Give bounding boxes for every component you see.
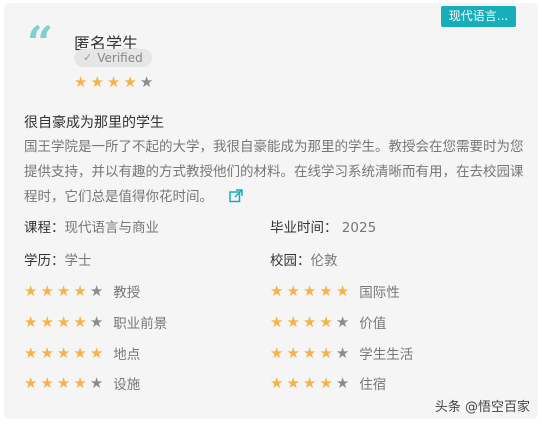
- rating-stars: ★ ★ ★ ★ ★: [270, 343, 350, 362]
- star-filled-icon: ★: [24, 343, 38, 362]
- star-filled-icon: ★: [40, 343, 54, 362]
- rating-facilities: ★ ★ ★ ★ ★ 设施: [24, 373, 140, 393]
- rating-label: 地点: [113, 347, 141, 363]
- star-filled-icon: ★: [270, 312, 284, 331]
- review-title: 很自豪成为那里的学生: [24, 115, 164, 131]
- graduation-value: 2025: [341, 220, 377, 236]
- rating-label: 住宿: [359, 377, 387, 393]
- rating-label: 学生生活: [359, 347, 414, 363]
- star-filled-icon: ★: [56, 312, 71, 331]
- watermark: 头条 @悟空百家: [434, 400, 530, 415]
- star-filled-icon: ★: [40, 281, 54, 300]
- star-filled-icon: ★: [73, 373, 87, 392]
- review-text: 国王学院是一所了不起的大学，我很自豪能成为那里的学生。教授会在您需要时为您提供支…: [24, 139, 524, 205]
- star-filled-icon: ★: [335, 281, 350, 300]
- star-filled-icon: ★: [286, 343, 300, 362]
- degree-label: 学历：: [24, 253, 65, 269]
- star-filled-icon: ★: [106, 73, 121, 91]
- verified-label: Verified: [97, 51, 143, 65]
- graduation-info: 毕业时间： 2025: [270, 216, 376, 236]
- star-filled-icon: ★: [286, 312, 300, 331]
- star-filled-icon: ★: [319, 373, 333, 392]
- star-filled-icon: ★: [286, 281, 300, 300]
- rating-student-life: ★ ★ ★ ★ ★ 学生生活: [270, 343, 413, 363]
- star-filled-icon: ★: [286, 373, 300, 392]
- star-filled-icon: ★: [40, 373, 54, 392]
- review-body: 国王学院是一所了不起的大学，我很自豪能成为那里的学生。教授会在您需要时为您提供支…: [24, 135, 524, 212]
- rating-label: 教授: [113, 285, 141, 301]
- rating-career: ★ ★ ★ ★ ★ 职业前景: [24, 312, 167, 332]
- star-filled-icon: ★: [270, 281, 284, 300]
- star-empty-icon: ★: [139, 73, 154, 91]
- course-value: 现代语言与商业: [64, 220, 160, 236]
- rating-stars: ★ ★ ★ ★ ★: [270, 373, 350, 392]
- star-empty-icon: ★: [335, 373, 350, 392]
- star-filled-icon: ★: [24, 312, 38, 331]
- star-filled-icon: ★: [89, 343, 104, 362]
- course-tag[interactable]: 现代语言...: [441, 6, 516, 27]
- course-label: 课程：: [24, 220, 65, 236]
- degree-value: 学士: [64, 253, 92, 269]
- quote-icon: “: [26, 16, 54, 70]
- star-filled-icon: ★: [270, 373, 284, 392]
- review-card: 现代语言... “ 匿名学生 ✓ Verified ★ ★ ★ ★ ★ 很自豪成为那里的…: [4, 3, 538, 419]
- verified-badge: ✓ Verified: [74, 49, 152, 67]
- star-filled-icon: ★: [56, 373, 71, 392]
- rating-label: 价值: [359, 316, 387, 332]
- star-filled-icon: ★: [90, 73, 104, 91]
- campus-value: 伦敦: [310, 253, 338, 269]
- star-empty-icon: ★: [89, 281, 104, 300]
- campus-info: 校园：伦敦: [270, 249, 338, 269]
- star-filled-icon: ★: [74, 73, 88, 91]
- star-filled-icon: ★: [56, 343, 71, 362]
- star-filled-icon: ★: [302, 373, 317, 392]
- degree-info: 学历：学士: [24, 249, 92, 269]
- star-filled-icon: ★: [270, 343, 284, 362]
- rating-label: 国际性: [359, 285, 400, 301]
- rating-stars: ★ ★ ★ ★ ★: [270, 312, 350, 331]
- rating-stars: ★ ★ ★ ★ ★: [24, 373, 104, 392]
- star-filled-icon: ★: [24, 281, 38, 300]
- course-info: 课程：现代语言与商业: [24, 216, 159, 236]
- star-filled-icon: ★: [56, 281, 71, 300]
- overall-rating-stars: ★ ★ ★ ★ ★: [74, 75, 153, 90]
- rating-label: 职业前景: [113, 316, 168, 332]
- rating-professors: ★ ★ ★ ★ ★ 教授: [24, 281, 140, 301]
- check-icon: ✓: [83, 51, 93, 64]
- rating-value: ★ ★ ★ ★ ★ 价值: [270, 312, 386, 332]
- star-empty-icon: ★: [89, 373, 104, 392]
- star-filled-icon: ★: [302, 281, 317, 300]
- star-filled-icon: ★: [73, 312, 87, 331]
- star-empty-icon: ★: [335, 343, 350, 362]
- rating-label: 设施: [113, 377, 141, 393]
- star-filled-icon: ★: [24, 373, 38, 392]
- rating-stars: ★ ★ ★ ★ ★: [270, 281, 350, 300]
- star-filled-icon: ★: [319, 312, 333, 331]
- star-filled-icon: ★: [302, 343, 317, 362]
- rating-accommodation: ★ ★ ★ ★ ★ 住宿: [270, 373, 386, 393]
- star-empty-icon: ★: [335, 312, 350, 331]
- star-filled-icon: ★: [319, 281, 333, 300]
- rating-stars: ★ ★ ★ ★ ★: [24, 281, 104, 300]
- star-filled-icon: ★: [302, 312, 317, 331]
- star-filled-icon: ★: [40, 312, 54, 331]
- star-filled-icon: ★: [319, 343, 333, 362]
- star-empty-icon: ★: [89, 312, 104, 331]
- rating-international: ★ ★ ★ ★ ★ 国际性: [270, 281, 400, 301]
- star-filled-icon: ★: [73, 281, 87, 300]
- rating-location: ★ ★ ★ ★ ★ 地点: [24, 343, 140, 363]
- rating-stars: ★ ★ ★ ★ ★: [24, 312, 104, 331]
- star-filled-icon: ★: [73, 343, 87, 362]
- star-filled-icon: ★: [123, 73, 137, 91]
- rating-stars: ★ ★ ★ ★ ★: [24, 343, 104, 362]
- campus-label: 校园：: [270, 253, 311, 269]
- graduation-label: 毕业时间：: [270, 220, 338, 236]
- external-link-icon[interactable]: [229, 187, 244, 212]
